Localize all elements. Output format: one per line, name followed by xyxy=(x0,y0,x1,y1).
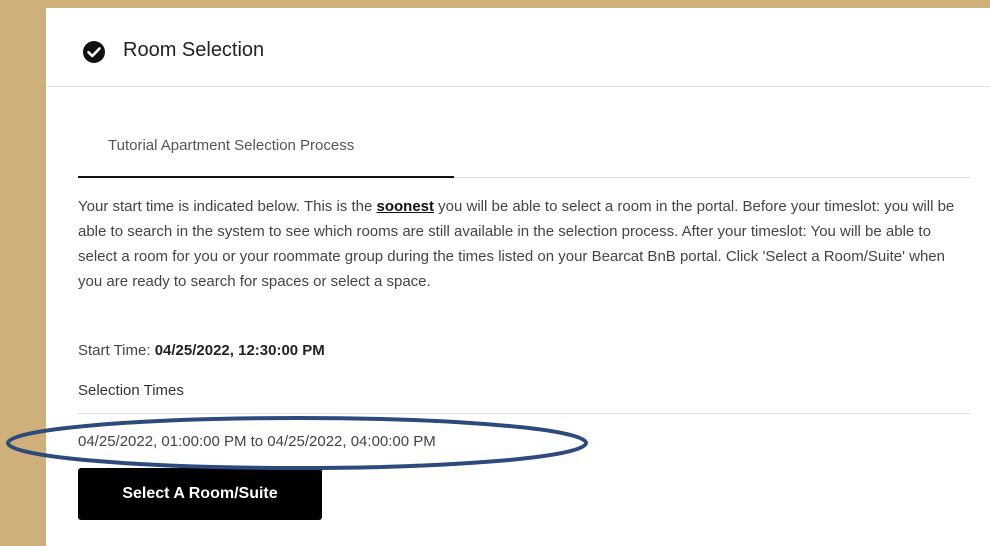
tab-label: Tutorial Apartment Selection Process xyxy=(108,137,355,154)
start-time-value: 04/25/2022, 12:30:00 PM xyxy=(154,342,325,359)
tab-tutorial-apartment-selection[interactable]: Tutorial Apartment Selection Process xyxy=(78,122,454,178)
instructions-text-part: Your start time is indicated below. This… xyxy=(78,198,377,215)
selection-time-range: 04/25/2022, 01:00:00 PM to 04/25/2022, 0… xyxy=(78,433,436,450)
card-header: Room Selection xyxy=(46,8,990,87)
check-circle-icon xyxy=(83,41,105,63)
instructions-text: Your start time is indicated below. This… xyxy=(78,194,970,294)
emphasis-soonest: soonest xyxy=(376,198,434,215)
tab-divider xyxy=(454,177,970,178)
selection-times-divider xyxy=(78,413,970,414)
page-title: Room Selection xyxy=(123,39,265,61)
selection-times-heading: Selection Times xyxy=(78,382,184,399)
start-time-row: Start Time: 04/25/2022, 12:30:00 PM xyxy=(78,342,325,359)
room-selection-card: Room Selection Tutorial Apartment Select… xyxy=(46,8,990,546)
start-time-label: Start Time: xyxy=(78,342,155,359)
select-room-suite-button[interactable]: Select A Room/Suite xyxy=(78,468,322,520)
